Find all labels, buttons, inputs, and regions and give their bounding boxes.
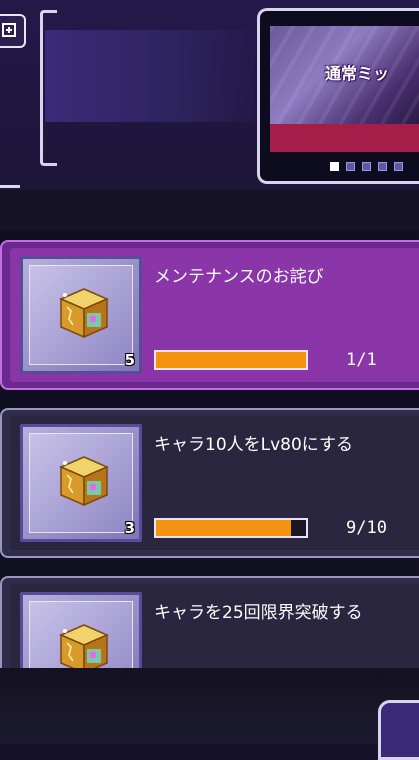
mission-list[interactable]: 5 メンテナンスのお詫び 1/1 3 キャラ10人をLv80にする 9/10 キ… bbox=[0, 240, 419, 668]
bottom-corner-button[interactable] bbox=[378, 700, 419, 760]
reward-count: 5 bbox=[124, 351, 135, 369]
mission-title: キャラを25回限界突破する bbox=[154, 603, 363, 623]
mission-card[interactable]: 3 キャラ10人をLv80にする 9/10 bbox=[0, 408, 419, 558]
banner-ribbon bbox=[270, 124, 419, 152]
header-divider-line bbox=[0, 185, 20, 188]
plus-icon bbox=[2, 23, 16, 37]
header-bracket bbox=[40, 10, 57, 166]
banner-title: 通常ミッ bbox=[325, 64, 390, 83]
progress-bar bbox=[154, 518, 308, 538]
banner-page-dot[interactable] bbox=[330, 162, 339, 171]
reward-icon-box: 5 bbox=[20, 256, 142, 374]
banner-page-dot[interactable] bbox=[378, 162, 387, 171]
progress-fill bbox=[156, 352, 306, 368]
progress-fill bbox=[156, 520, 291, 536]
header-panel bbox=[45, 30, 255, 122]
progress-bar bbox=[154, 350, 308, 370]
reward-count: 3 bbox=[124, 519, 135, 537]
reward-icon-box: 3 bbox=[20, 424, 142, 542]
treasure-chest-icon bbox=[57, 285, 111, 341]
banner-page-dot[interactable] bbox=[394, 162, 403, 171]
mission-card[interactable]: キャラを25回限界突破する bbox=[0, 576, 419, 668]
banner-pagination[interactable] bbox=[330, 162, 403, 171]
menu-button[interactable] bbox=[0, 14, 26, 48]
treasure-chest-icon bbox=[57, 453, 111, 509]
mission-title: キャラ10人をLv80にする bbox=[154, 435, 353, 455]
progress-text: 1/1 bbox=[346, 350, 377, 370]
banner-page-dot[interactable] bbox=[346, 162, 355, 171]
banner-page-dot[interactable] bbox=[362, 162, 371, 171]
mission-title: メンテナンスのお詫び bbox=[154, 267, 324, 287]
mission-card[interactable]: 5 メンテナンスのお詫び 1/1 bbox=[0, 240, 419, 390]
treasure-chest-icon bbox=[57, 621, 111, 668]
section-divider bbox=[0, 190, 419, 230]
progress-text: 9/10 bbox=[346, 518, 387, 538]
bottom-bar bbox=[0, 668, 419, 744]
reward-icon-box bbox=[20, 592, 142, 668]
